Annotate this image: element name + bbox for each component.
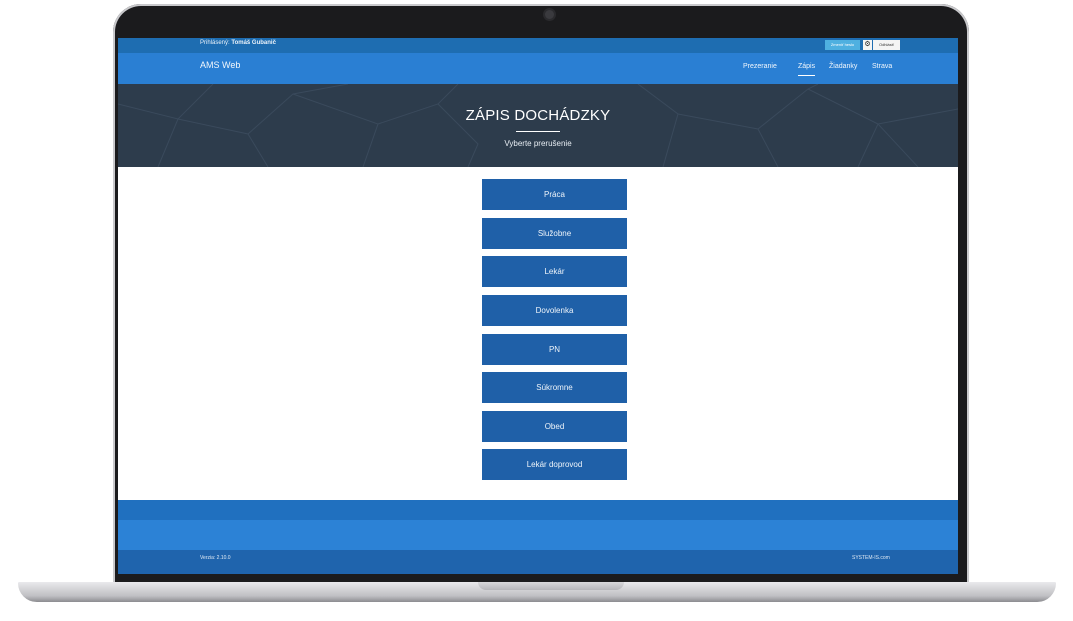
page-header: ZÁPIS DOCHÁDZKY Vyberte prerušenie — [118, 84, 958, 167]
logged-user-name: Tomáš Gubanič — [231, 40, 276, 46]
interruption-button-sukromne[interactable]: Súkromne — [482, 372, 627, 403]
gear-icon[interactable]: ⚙ — [863, 40, 872, 50]
nav-item-ziadanky[interactable]: Žiadanky — [829, 63, 857, 75]
logged-in-user: Prihlásený: Tomáš Gubanič — [200, 40, 276, 46]
company-link[interactable]: SYSTEM-IS.com — [852, 555, 890, 561]
camera-icon — [545, 10, 554, 19]
logged-label: Prihlásený: — [200, 40, 230, 46]
interruption-button-lekar-doprovod[interactable]: Lekár doprovod — [482, 449, 627, 480]
hero-background-pattern — [118, 84, 958, 167]
brand-title[interactable]: AMS Web — [200, 60, 240, 70]
footer-bar — [118, 550, 958, 574]
interruption-button-obed[interactable]: Obed — [482, 411, 627, 442]
nav-item-strava[interactable]: Strava — [872, 63, 892, 75]
footer-band — [118, 520, 958, 550]
interruption-button-praca[interactable]: Práca — [482, 179, 627, 210]
interruption-button-pn[interactable]: PN — [482, 334, 627, 365]
app-screen: Prihlásený: Tomáš Gubanič Zmeniť heslo ⚙… — [118, 38, 958, 574]
footer-band — [118, 500, 958, 520]
change-password-button[interactable]: Zmeniť heslo — [825, 40, 860, 50]
logout-button[interactable]: Odhlásiť — [873, 40, 900, 50]
version-label: Verzia: 2.10.0 — [200, 555, 231, 561]
interruption-button-sluzobne[interactable]: Služobne — [482, 218, 627, 249]
page-subtitle: Vyberte prerušenie — [504, 139, 572, 148]
nav-item-prezeranie[interactable]: Prezeranie — [743, 63, 777, 75]
laptop-notch — [478, 582, 624, 590]
title-divider — [516, 131, 560, 132]
top-bar: Prihlásený: Tomáš Gubanič Zmeniť heslo ⚙… — [118, 38, 958, 53]
interruption-button-lekar[interactable]: Lekár — [482, 256, 627, 287]
page-title: ZÁPIS DOCHÁDZKY — [465, 107, 611, 124]
nav-item-zapis[interactable]: Zápis — [798, 63, 816, 76]
main-navbar: AMS Web Prezeranie Zápis Žiadanky Strava — [118, 53, 958, 84]
interruption-button-dovolenka[interactable]: Dovolenka — [482, 295, 627, 326]
